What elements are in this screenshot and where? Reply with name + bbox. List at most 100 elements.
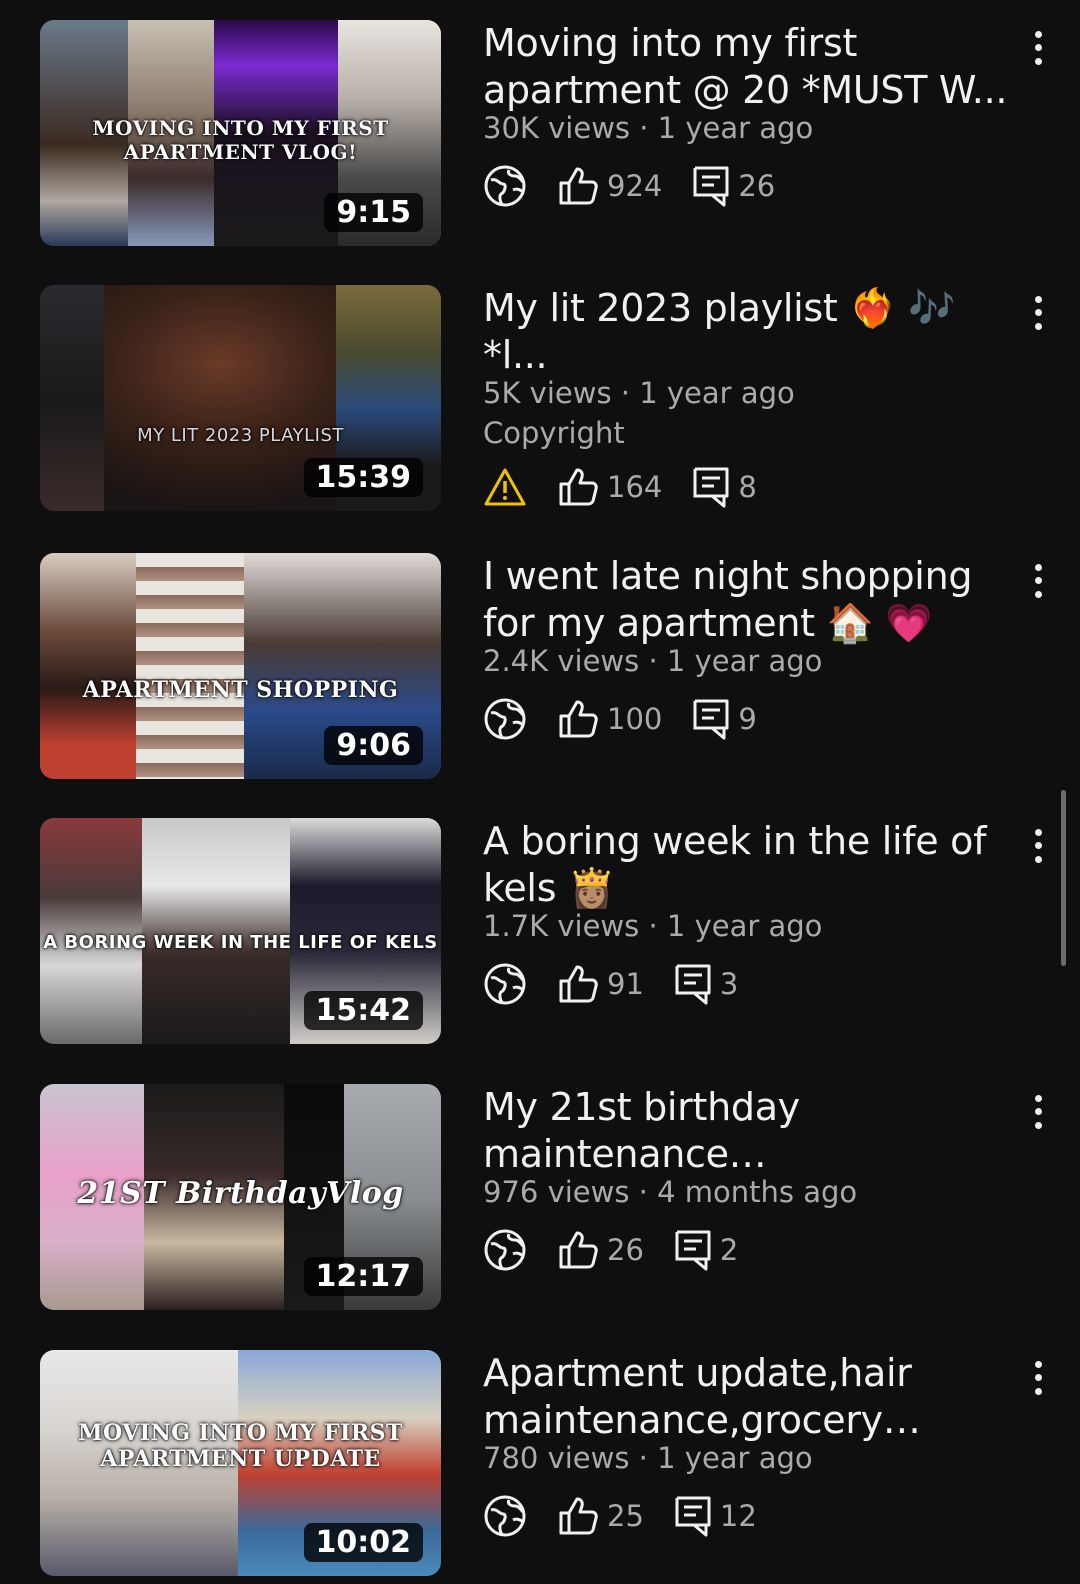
- comments-stat: 26: [692, 165, 775, 207]
- thumbnail-caption: 21ST BirthdayVlog: [77, 1176, 404, 1211]
- video-thumbnail[interactable]: APARTMENT SHOPPING 9:06: [40, 553, 441, 779]
- visibility-status[interactable]: [483, 1494, 527, 1538]
- comment-icon: [693, 467, 729, 508]
- scrollbar[interactable]: [1061, 790, 1066, 966]
- video-stats: 91 3: [483, 960, 1013, 1008]
- likes-count: 26: [607, 1233, 644, 1267]
- video-thumbnail[interactable]: A BORING WEEK IN THE LIFE OF KELS 15:42: [40, 818, 441, 1044]
- video-row[interactable]: A BORING WEEK IN THE LIFE OF KELS 15:42 …: [0, 818, 1080, 1044]
- video-list: MOVING INTO MY FIRST APARTMENT VLOG! 9:1…: [0, 0, 1080, 1584]
- thumbnail-caption: APARTMENT SHOPPING: [82, 677, 399, 703]
- thumbnail-caption: A BORING WEEK IN THE LIFE OF KELS: [43, 932, 438, 953]
- video-stats: 26 2: [483, 1226, 1013, 1274]
- more-options-icon[interactable]: [1026, 561, 1050, 601]
- video-duration: 12:17: [303, 1257, 423, 1296]
- more-options-icon[interactable]: [1026, 826, 1050, 866]
- video-title[interactable]: Apartment update,hair maintenance,grocer…: [483, 1350, 1013, 1444]
- comments-count: 26: [738, 169, 776, 203]
- comment-icon: [693, 699, 729, 740]
- video-thumbnail[interactable]: MOVING INTO MY FIRST APARTMENT UPDATE 10…: [40, 1350, 441, 1576]
- video-thumbnail[interactable]: MOVING INTO MY FIRST APARTMENT VLOG! 9:1…: [40, 20, 441, 246]
- comments-count: 2: [719, 1233, 739, 1267]
- video-row[interactable]: MOVING INTO MY FIRST APARTMENT VLOG! 9:1…: [0, 20, 1080, 246]
- likes-stat: 924: [557, 165, 662, 207]
- video-row[interactable]: APARTMENT SHOPPING 9:06 I went late nigh…: [0, 553, 1080, 779]
- video-duration: 10:02: [303, 1523, 423, 1562]
- comments-count: 9: [738, 702, 757, 736]
- video-meta: 5K views · 1 year ago: [483, 376, 795, 410]
- comments-stat: 9: [692, 698, 757, 740]
- video-meta: 780 views · 1 year ago: [483, 1441, 813, 1475]
- globe-icon: [484, 963, 526, 1005]
- video-title[interactable]: A boring week in the life of kels 👸🏽: [483, 818, 1013, 912]
- video-title[interactable]: My lit 2023 playlist ❤️‍🔥 🎶 *l...: [483, 285, 1013, 379]
- more-options-icon[interactable]: [1026, 1358, 1050, 1398]
- comments-count: 12: [719, 1499, 757, 1533]
- more-options-icon[interactable]: [1026, 28, 1050, 68]
- likes-count: 100: [607, 702, 663, 736]
- video-info: My 21st birthday maintenance VLOG|Kelsee…: [483, 1084, 1013, 1274]
- likes-stat: 25: [557, 1495, 644, 1537]
- thumbnail-caption: MY LIT 2023 PLAYLIST: [137, 425, 344, 446]
- video-info: A boring week in the life of kels 👸🏽 1.7…: [483, 818, 1013, 1008]
- video-info: Moving into my first apartment @ 20 *MUS…: [483, 20, 1013, 210]
- globe-icon: [484, 698, 526, 740]
- likes-stat: 100: [557, 698, 662, 740]
- comment-icon: [675, 1230, 711, 1271]
- video-row[interactable]: 21ST BirthdayVlog 12:17 My 21st birthday…: [0, 1084, 1080, 1310]
- video-row[interactable]: MY LIT 2023 PLAYLIST 15:39 My lit 2023 p…: [0, 285, 1080, 511]
- video-stats: 164 8: [483, 463, 1013, 511]
- comments-count: 8: [738, 470, 757, 504]
- video-duration: 9:15: [324, 193, 423, 232]
- globe-icon: [484, 1495, 526, 1537]
- comment-icon: [693, 166, 729, 207]
- likes-stat: 164: [557, 466, 662, 508]
- likes-stat: 91: [557, 963, 644, 1005]
- video-row[interactable]: MOVING INTO MY FIRST APARTMENT UPDATE 10…: [0, 1350, 1080, 1576]
- video-meta: 1.7K views · 1 year ago: [483, 909, 823, 943]
- video-meta: 976 views · 4 months ago: [483, 1175, 858, 1209]
- likes-count: 924: [607, 169, 663, 203]
- video-stats: 100 9: [483, 695, 1013, 743]
- video-title[interactable]: My 21st birthday maintenance VLOG|Kelsee…: [483, 1084, 1013, 1178]
- likes-count: 91: [607, 967, 644, 1001]
- visibility-status[interactable]: [483, 697, 527, 741]
- thumbs-up-icon: [559, 965, 598, 1003]
- video-meta: 30K views · 1 year ago: [483, 111, 814, 145]
- thumbs-up-icon: [559, 468, 598, 506]
- comments-stat: 2: [674, 1229, 738, 1271]
- video-duration: 15:42: [303, 991, 423, 1030]
- video-title[interactable]: I went late night shopping for my apartm…: [483, 553, 1013, 647]
- comments-count: 3: [719, 967, 739, 1001]
- copyright-label: Copyright: [483, 416, 625, 450]
- video-thumbnail[interactable]: 21ST BirthdayVlog 12:17: [40, 1084, 441, 1310]
- thumbs-up-icon: [559, 1497, 598, 1535]
- thumbs-up-icon: [559, 167, 598, 205]
- visibility-status[interactable]: [483, 1228, 527, 1272]
- comment-icon: [675, 964, 711, 1005]
- video-duration: 15:39: [303, 458, 423, 497]
- likes-count: 25: [607, 1499, 644, 1533]
- comments-stat: 12: [674, 1495, 757, 1537]
- globe-icon: [484, 165, 526, 207]
- thumbs-up-icon: [559, 1231, 598, 1269]
- more-options-icon[interactable]: [1026, 1092, 1050, 1132]
- thumbnail-caption: MOVING INTO MY FIRST APARTMENT UPDATE: [78, 1420, 403, 1472]
- video-duration: 9:06: [324, 726, 423, 765]
- copyright-status[interactable]: [483, 467, 527, 507]
- video-info: My lit 2023 playlist ❤️‍🔥 🎶 *l... 5K vie…: [483, 285, 1013, 511]
- likes-count: 164: [607, 470, 663, 504]
- video-stats: 25 12: [483, 1492, 1013, 1540]
- comments-stat: 8: [692, 466, 757, 508]
- thumbs-up-icon: [559, 700, 598, 738]
- video-thumbnail[interactable]: MY LIT 2023 PLAYLIST 15:39: [40, 285, 441, 511]
- globe-icon: [484, 1229, 526, 1271]
- video-title[interactable]: Moving into my first apartment @ 20 *MUS…: [483, 20, 1013, 114]
- visibility-status[interactable]: [483, 962, 527, 1006]
- comments-stat: 3: [674, 963, 738, 1005]
- thumbnail-caption: MOVING INTO MY FIRST APARTMENT VLOG!: [92, 116, 389, 164]
- video-info: Apartment update,hair maintenance,grocer…: [483, 1350, 1013, 1540]
- visibility-status[interactable]: [483, 164, 527, 208]
- comment-icon: [675, 1496, 711, 1537]
- more-options-icon[interactable]: [1026, 293, 1050, 333]
